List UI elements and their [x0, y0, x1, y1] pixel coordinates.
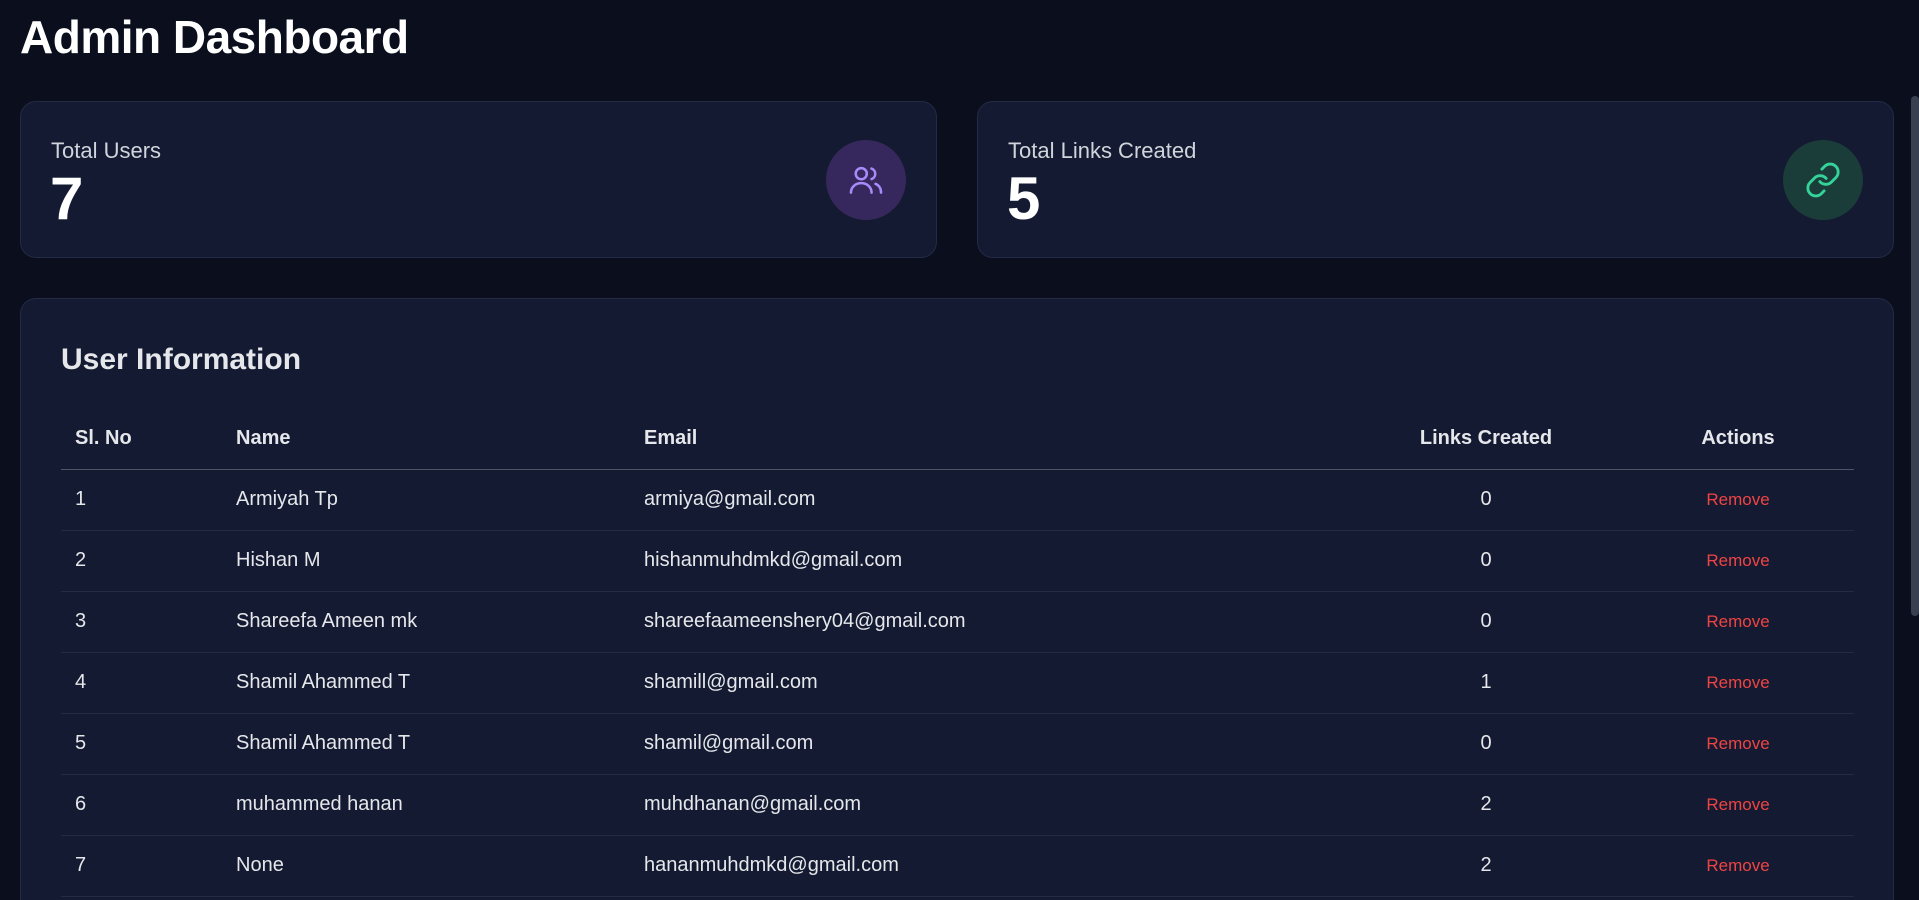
- remove-user-button[interactable]: Remove: [1706, 612, 1769, 631]
- cell-actions: Remove: [1622, 469, 1854, 531]
- column-header-name: Name: [222, 409, 630, 470]
- table-row: 2 Hishan M hishanmuhdmkd@gmail.com 0 Rem…: [61, 530, 1854, 592]
- cell-name: None: [222, 835, 630, 897]
- cell-email: hishanmuhdmkd@gmail.com: [630, 530, 1350, 592]
- cell-name: Shamil Ahammed T: [222, 652, 630, 714]
- cell-email: shamil@gmail.com: [630, 713, 1350, 775]
- cell-links-created: 2: [1350, 835, 1622, 897]
- cell-sl-no: 3: [61, 591, 222, 653]
- table-row: 5 Shamil Ahammed T shamil@gmail.com 0 Re…: [61, 713, 1854, 775]
- remove-user-button[interactable]: Remove: [1706, 673, 1769, 692]
- link-icon: [1783, 140, 1863, 220]
- cell-email: muhdhanan@gmail.com: [630, 774, 1350, 836]
- cell-email: shamill@gmail.com: [630, 652, 1350, 714]
- cell-actions: Remove: [1622, 591, 1854, 653]
- cell-email: hananmuhdmkd@gmail.com: [630, 835, 1350, 897]
- total-links-label: Total Links Created: [1008, 138, 1197, 163]
- cell-sl-no: 7: [61, 835, 222, 897]
- cell-name: Shamil Ahammed T: [222, 713, 630, 775]
- users-icon: [826, 140, 906, 220]
- cell-links-created: 0: [1350, 713, 1622, 775]
- column-header-sl-no: Sl. No: [61, 409, 222, 470]
- total-users-card: Total Users 7: [20, 101, 937, 258]
- cell-actions: Remove: [1622, 774, 1854, 836]
- table-row: 7 None hananmuhdmkd@gmail.com 2 Remove: [61, 835, 1854, 897]
- cell-sl-no: 2: [61, 530, 222, 592]
- cell-email: shareefaameenshery04@gmail.com: [630, 591, 1350, 653]
- page-scrollbar[interactable]: [1911, 96, 1919, 616]
- total-users-label: Total Users: [51, 138, 162, 163]
- cell-actions: Remove: [1622, 652, 1854, 714]
- remove-user-button[interactable]: Remove: [1706, 551, 1769, 570]
- table-row: 4 Shamil Ahammed T shamill@gmail.com 1 R…: [61, 652, 1854, 714]
- table-row: 1 Armiyah Tp armiya@gmail.com 0 Remove: [61, 469, 1854, 531]
- remove-user-button[interactable]: Remove: [1706, 734, 1769, 753]
- admin-dashboard-page: Admin Dashboard Total Users 7 Total Link…: [0, 0, 1919, 900]
- remove-user-button[interactable]: Remove: [1706, 795, 1769, 814]
- cell-sl-no: 4: [61, 652, 222, 714]
- page-title: Admin Dashboard: [20, 11, 409, 63]
- remove-user-button[interactable]: Remove: [1706, 490, 1769, 509]
- users-table: Sl. No Name Email Links Created Actions …: [61, 409, 1854, 897]
- cell-name: muhammed hanan: [222, 774, 630, 836]
- total-links-value: 5: [1007, 165, 1041, 232]
- total-users-value: 7: [50, 165, 84, 232]
- remove-user-button[interactable]: Remove: [1706, 856, 1769, 875]
- cell-links-created: 0: [1350, 469, 1622, 531]
- cell-sl-no: 1: [61, 469, 222, 531]
- column-header-email: Email: [630, 409, 1350, 470]
- table-row: 6 muhammed hanan muhdhanan@gmail.com 2 R…: [61, 774, 1854, 836]
- cell-links-created: 0: [1350, 530, 1622, 592]
- cell-actions: Remove: [1622, 530, 1854, 592]
- table-row: 3 Shareefa Ameen mk shareefaameenshery04…: [61, 591, 1854, 653]
- cell-name: Hishan M: [222, 530, 630, 592]
- user-information-title: User Information: [61, 343, 302, 376]
- cell-links-created: 0: [1350, 591, 1622, 653]
- cell-name: Shareefa Ameen mk: [222, 591, 630, 653]
- user-information-panel: User Information Sl. No Name Email Links…: [20, 298, 1894, 900]
- column-header-actions: Actions: [1622, 409, 1854, 470]
- cell-actions: Remove: [1622, 835, 1854, 897]
- cell-actions: Remove: [1622, 713, 1854, 775]
- cell-links-created: 2: [1350, 774, 1622, 836]
- cell-name: Armiyah Tp: [222, 469, 630, 531]
- cell-email: armiya@gmail.com: [630, 469, 1350, 531]
- total-links-card: Total Links Created 5: [977, 101, 1894, 258]
- cell-sl-no: 5: [61, 713, 222, 775]
- cell-links-created: 1: [1350, 652, 1622, 714]
- table-header-row: Sl. No Name Email Links Created Actions: [61, 409, 1854, 470]
- cell-sl-no: 6: [61, 774, 222, 836]
- column-header-links-created: Links Created: [1350, 409, 1622, 470]
- stats-row: Total Users 7 Total Links Created 5: [20, 101, 1894, 258]
